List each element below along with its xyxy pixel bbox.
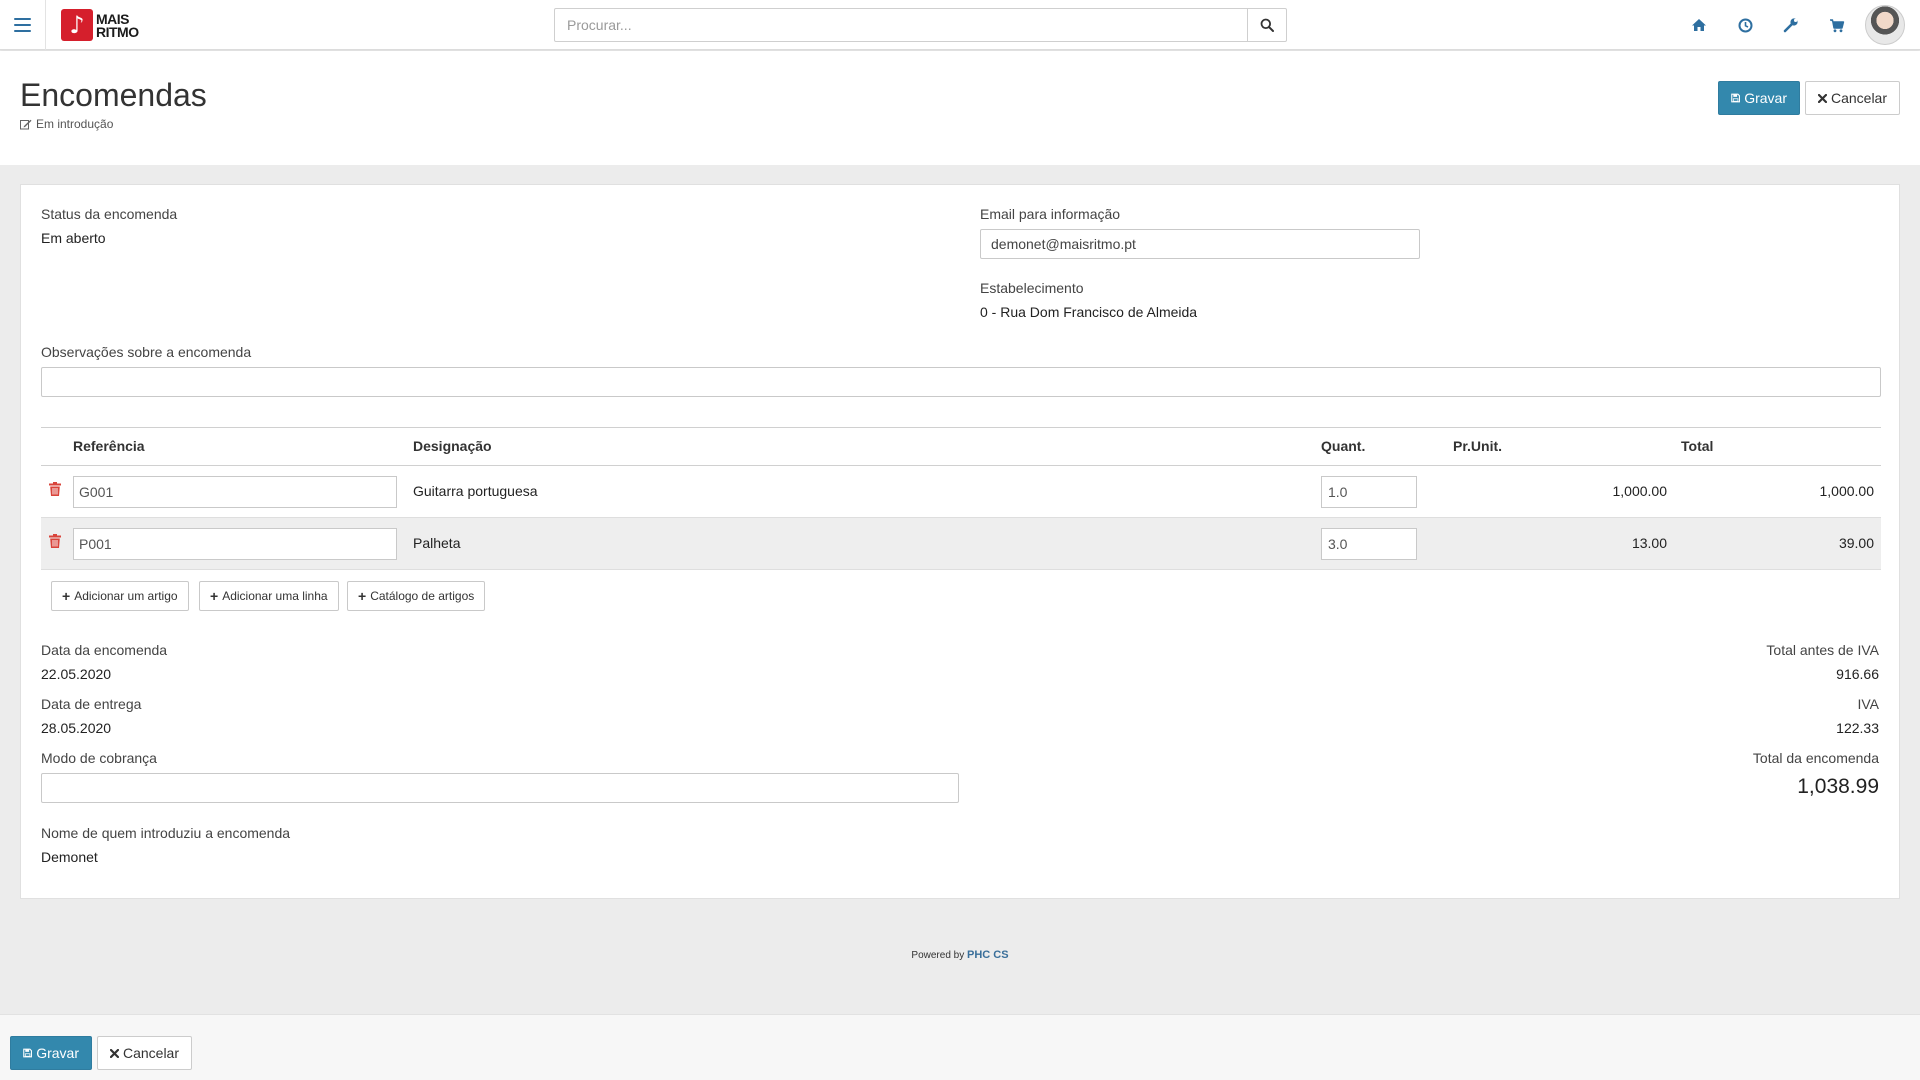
tools-button[interactable] [1768,13,1814,37]
col-unit-price: Pr.Unit. [1453,438,1503,454]
ref-value: G001 [79,484,114,500]
logo-text: MAIS RITMO [96,12,139,39]
floppy-icon [1731,93,1740,103]
cart-button[interactable] [1814,13,1860,37]
powered-by: Powered by PHC CS [0,949,1920,961]
menu-icon [14,18,31,32]
footer-cancel-button[interactable]: Cancelar [97,1036,192,1070]
ref-value: P001 [79,536,112,552]
email-field-value: demonet@maisritmo.pt [991,236,1136,252]
qty-input[interactable]: 3.0 [1321,528,1417,560]
search-input[interactable] [555,9,1248,41]
home-icon [1692,19,1706,31]
designation-cell: Guitarra portuguesa [413,483,538,499]
history-button[interactable] [1722,13,1768,37]
notes-field[interactable] [41,367,1881,397]
cart-icon [1830,18,1845,32]
record-status: Em introdução [20,117,113,131]
footer-cancel-label: Cancelar [122,1045,179,1061]
payment-label: Modo de cobrança [41,750,157,766]
save-button-label: Gravar [1744,90,1787,106]
trash-icon[interactable] [49,534,61,548]
top-navbar: ♪ MAIS RITMO [0,0,1920,50]
clock-icon [1738,18,1752,32]
add-line-label: Adicionar uma linha [222,589,328,603]
status-label: Status da encomenda [41,206,178,222]
qty-value: 1.0 [1328,484,1348,500]
bottom-action-bar: Gravar Cancelar [0,1014,1920,1080]
powered-by-brand[interactable]: PHC CS [967,949,1009,961]
cancel-button[interactable]: Cancelar [1805,81,1900,115]
logo-line-2: RITMO [96,23,139,40]
footer-save-label: Gravar [36,1045,79,1061]
unit-price-cell: 1,000.00 [1612,483,1668,499]
plus-icon: + [62,588,71,604]
table-row: G001 Guitarra portuguesa 1.0 1,000.00 1,… [41,466,1881,518]
qty-input[interactable]: 1.0 [1321,476,1417,508]
establishment-value: 0 - Rua Dom Francisco de Almeida [980,304,1198,320]
order-date-value: 22.05.2020 [41,666,112,682]
cancel-button-label: Cancelar [1830,90,1887,106]
col-designation: Designação [413,438,492,454]
search-box [554,8,1287,42]
order-form-card: Status da encomenda Em aberto Email para… [20,184,1900,899]
add-article-button[interactable]: + Adicionar um artigo [51,581,189,611]
user-avatar[interactable] [1865,5,1905,45]
footer-save-button[interactable]: Gravar [10,1036,92,1070]
add-article-label: Adicionar um artigo [74,589,178,603]
floppy-icon [23,1048,32,1058]
payment-field[interactable] [41,773,959,803]
table-header: Referência Designação Quant. Pr.Unit. To… [41,427,1881,466]
total-cell: 1,000.00 [1819,483,1875,499]
close-icon [110,1048,119,1058]
designation-cell: Palheta [413,535,461,551]
order-total-label: Total da encomenda [1752,750,1879,766]
wrench-icon [1783,18,1798,33]
menu-button[interactable] [0,0,46,50]
plus-icon: + [210,588,219,604]
before-vat-value: 916.66 [1836,666,1879,682]
table-row: P001 Palheta 3.0 13.00 39.00 [41,518,1881,570]
col-ref: Referência [73,438,145,454]
save-button[interactable]: Gravar [1718,81,1800,115]
before-vat-label: Total antes de IVA [1766,642,1879,658]
email-field[interactable]: demonet@maisritmo.pt [980,229,1420,259]
powered-by-text: Powered by [911,950,965,961]
vat-value: 122.33 [1836,720,1879,736]
order-total-value: 1,038.99 [1797,775,1879,798]
search-icon [1260,18,1274,32]
col-qty: Quant. [1321,438,1366,454]
catalog-button[interactable]: + Catálogo de artigos [347,581,486,611]
music-note-icon: ♪ [61,9,93,41]
col-total: Total [1681,438,1714,454]
order-date-label: Data da encomenda [41,642,168,658]
ref-input[interactable]: P001 [73,528,397,560]
top-icons [1676,13,1860,37]
catalog-label: Catálogo de artigos [370,589,475,603]
establishment-label: Estabelecimento [980,280,1084,296]
add-line-button[interactable]: + Adicionar uma linha [199,581,339,611]
created-by-label: Nome de quem introduziu a encomenda [41,825,291,841]
created-by-value: Demonet [41,849,98,865]
email-label: Email para informação [980,206,1121,222]
qty-value: 3.0 [1328,536,1348,552]
edit-icon [20,119,32,129]
record-status-text: Em introdução [36,117,114,131]
close-icon [1818,93,1827,103]
status-value: Em aberto [41,230,106,246]
vat-label: IVA [1857,696,1879,712]
ref-input[interactable]: G001 [73,476,397,508]
notes-label: Observações sobre a encomenda [41,344,252,360]
page-title: Encomendas [20,77,207,113]
trash-icon[interactable] [49,482,61,496]
app-logo[interactable]: ♪ MAIS RITMO [61,9,139,41]
home-button[interactable] [1676,13,1722,37]
plus-icon: + [358,588,367,604]
page-header: Encomendas Em introdução Gravar Cancelar [0,51,1920,165]
unit-price-cell: 13.00 [1631,535,1667,551]
delivery-date-label: Data de entrega [41,696,142,712]
total-cell: 39.00 [1838,535,1874,551]
delivery-date-value: 28.05.2020 [41,720,112,736]
search-button[interactable] [1247,9,1286,41]
